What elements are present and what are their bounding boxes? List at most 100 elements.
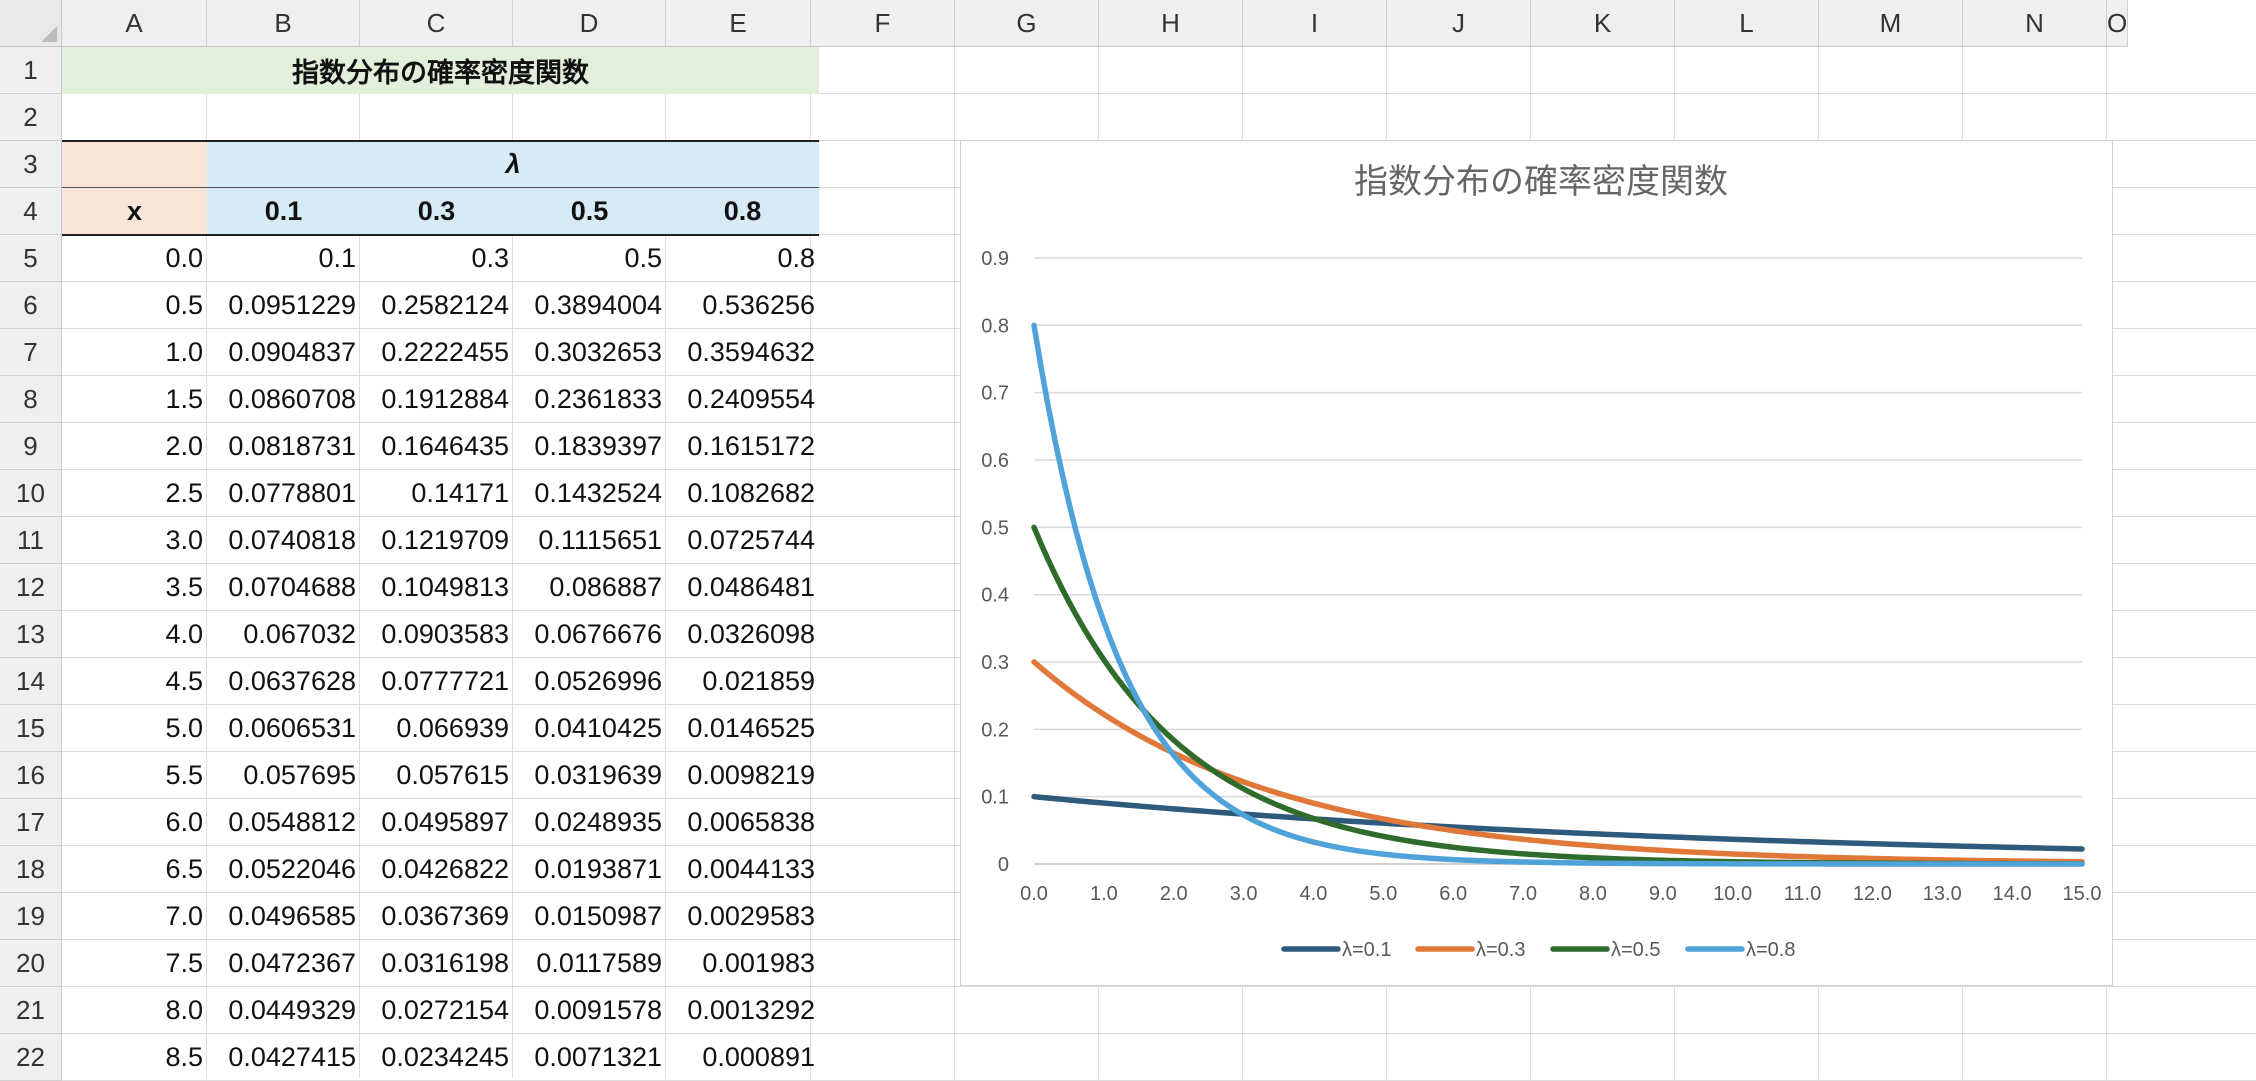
lambda-value-cell[interactable]: 0.8: [666, 188, 819, 235]
pdf-value-cell[interactable]: 0.2361833: [513, 376, 666, 423]
pdf-value-cell[interactable]: 0.0526996: [513, 658, 666, 705]
title-cell[interactable]: 指数分布の確率密度関数: [62, 47, 819, 94]
pdf-value-cell[interactable]: 0.057695: [207, 752, 360, 799]
pdf-value-cell[interactable]: 0.0486481: [666, 564, 819, 611]
pdf-value-cell[interactable]: 0.0248935: [513, 799, 666, 846]
x-value-cell[interactable]: 8.0: [62, 987, 207, 1034]
row-header-9[interactable]: 9: [0, 423, 62, 470]
x-value-cell[interactable]: 1.5: [62, 376, 207, 423]
pdf-value-cell[interactable]: 0.0740818: [207, 517, 360, 564]
pdf-value-cell[interactable]: 0.0704688: [207, 564, 360, 611]
row-header-16[interactable]: 16: [0, 752, 62, 799]
column-header-h[interactable]: H: [1099, 0, 1243, 47]
series-line-3[interactable]: [1031, 524, 2085, 867]
row-header-13[interactable]: 13: [0, 611, 62, 658]
pdf-value-cell[interactable]: 0.1646435: [360, 423, 513, 470]
select-all-corner[interactable]: [0, 0, 62, 47]
x-value-cell[interactable]: 3.5: [62, 564, 207, 611]
row-header-10[interactable]: 10: [0, 470, 62, 517]
row-header-11[interactable]: 11: [0, 517, 62, 564]
pdf-value-cell[interactable]: 0.0725744: [666, 517, 819, 564]
row-header-21[interactable]: 21: [0, 987, 62, 1034]
pdf-value-cell[interactable]: 0.0606531: [207, 705, 360, 752]
x-value-cell[interactable]: 4.0: [62, 611, 207, 658]
x-value-cell[interactable]: 8.5: [62, 1034, 207, 1081]
row-header-12[interactable]: 12: [0, 564, 62, 611]
column-header-n[interactable]: N: [1963, 0, 2107, 47]
lambda-value-cell[interactable]: 0.5: [513, 188, 666, 235]
column-header-k[interactable]: K: [1531, 0, 1675, 47]
pdf-value-cell[interactable]: 0.0146525: [666, 705, 819, 752]
x-value-cell[interactable]: 5.0: [62, 705, 207, 752]
pdf-value-cell[interactable]: 0.0367369: [360, 893, 513, 940]
pdf-value-cell[interactable]: 0.0426822: [360, 846, 513, 893]
row-header-20[interactable]: 20: [0, 940, 62, 987]
pdf-value-cell[interactable]: 0.021859: [666, 658, 819, 705]
pdf-value-cell[interactable]: 0.0904837: [207, 329, 360, 376]
x-value-cell[interactable]: 0.5: [62, 282, 207, 329]
pdf-value-cell[interactable]: 0.536256: [666, 282, 819, 329]
column-header-d[interactable]: D: [513, 0, 666, 47]
pdf-value-cell[interactable]: 0.1432524: [513, 470, 666, 517]
x-value-cell[interactable]: 7.0: [62, 893, 207, 940]
column-header-a[interactable]: A: [62, 0, 207, 47]
row-header-19[interactable]: 19: [0, 893, 62, 940]
lambda-header-cell[interactable]: λ: [207, 141, 819, 188]
row-header-18[interactable]: 18: [0, 846, 62, 893]
pdf-value-cell[interactable]: 0.0903583: [360, 611, 513, 658]
pdf-value-cell[interactable]: 0.1839397: [513, 423, 666, 470]
pdf-value-cell[interactable]: 0.1082682: [666, 470, 819, 517]
row-header-22[interactable]: 22: [0, 1034, 62, 1081]
pdf-value-cell[interactable]: 0.0234245: [360, 1034, 513, 1081]
pdf-value-cell[interactable]: 0.0071321: [513, 1034, 666, 1081]
column-header-l[interactable]: L: [1675, 0, 1819, 47]
pdf-value-cell[interactable]: 0.0777721: [360, 658, 513, 705]
x-value-cell[interactable]: 4.5: [62, 658, 207, 705]
row-header-6[interactable]: 6: [0, 282, 62, 329]
pdf-value-cell[interactable]: 0.0044133: [666, 846, 819, 893]
pdf-value-cell[interactable]: 0.3: [360, 235, 513, 282]
chart[interactable]: 指数分布の確率密度関数 0 0.1 0.2 0.3 0.4 0.5 0.6 0.7 0.8 0.9…: [960, 140, 2113, 986]
pdf-value-cell[interactable]: 0.1115651: [513, 517, 666, 564]
pdf-value-cell[interactable]: 0.0637628: [207, 658, 360, 705]
pdf-value-cell[interactable]: 0.001983: [666, 940, 819, 987]
x-value-cell[interactable]: 1.0: [62, 329, 207, 376]
column-header-g[interactable]: G: [955, 0, 1099, 47]
pdf-value-cell[interactable]: 0.0472367: [207, 940, 360, 987]
pdf-value-cell[interactable]: 0.057615: [360, 752, 513, 799]
pdf-value-cell[interactable]: 0.0098219: [666, 752, 819, 799]
column-header-b[interactable]: B: [207, 0, 360, 47]
pdf-value-cell[interactable]: 0.0319639: [513, 752, 666, 799]
pdf-value-cell[interactable]: 0.8: [666, 235, 819, 282]
x-value-cell[interactable]: 3.0: [62, 517, 207, 564]
pdf-value-cell[interactable]: 0.0427415: [207, 1034, 360, 1081]
column-header-e[interactable]: E: [666, 0, 811, 47]
pdf-value-cell[interactable]: 0.0951229: [207, 282, 360, 329]
pdf-value-cell[interactable]: 0.0029583: [666, 893, 819, 940]
pdf-value-cell[interactable]: 0.3032653: [513, 329, 666, 376]
pdf-value-cell[interactable]: 0.0522046: [207, 846, 360, 893]
x-value-cell[interactable]: 0.0: [62, 235, 207, 282]
column-header-j[interactable]: J: [1387, 0, 1531, 47]
row-header-15[interactable]: 15: [0, 705, 62, 752]
pdf-value-cell[interactable]: 0.000891: [666, 1034, 819, 1081]
pdf-value-cell[interactable]: 0.0091578: [513, 987, 666, 1034]
pdf-value-cell[interactable]: 0.0548812: [207, 799, 360, 846]
row-header-5[interactable]: 5: [0, 235, 62, 282]
pdf-value-cell[interactable]: 0.0065838: [666, 799, 819, 846]
pdf-value-cell[interactable]: 0.067032: [207, 611, 360, 658]
pdf-value-cell[interactable]: 0.1615172: [666, 423, 819, 470]
row-header-2[interactable]: 2: [0, 94, 62, 141]
pdf-value-cell[interactable]: 0.0410425: [513, 705, 666, 752]
pdf-value-cell[interactable]: 0.3594632: [666, 329, 819, 376]
pdf-value-cell[interactable]: 0.066939: [360, 705, 513, 752]
row-header-3[interactable]: 3: [0, 141, 62, 188]
x-value-cell[interactable]: 2.5: [62, 470, 207, 517]
lambda-value-cell[interactable]: 0.1: [207, 188, 360, 235]
pdf-value-cell[interactable]: 0.086887: [513, 564, 666, 611]
column-header-o[interactable]: O: [2107, 0, 2129, 47]
row-header-17[interactable]: 17: [0, 799, 62, 846]
pdf-value-cell[interactable]: 0.0013292: [666, 987, 819, 1034]
pdf-value-cell[interactable]: 0.0449329: [207, 987, 360, 1034]
row-header-4[interactable]: 4: [0, 188, 62, 235]
